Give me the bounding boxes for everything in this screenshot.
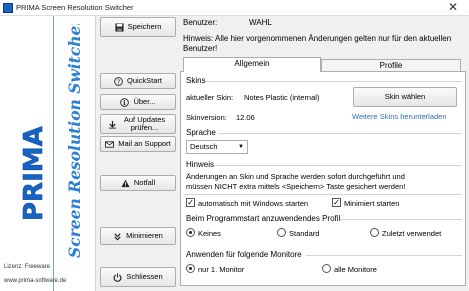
chevron-down-icon: ▼ (238, 144, 244, 150)
start-minimized-checkbox[interactable]: ✓ (332, 198, 341, 207)
start-minimized-label: Minimiert starten (344, 199, 400, 208)
mail-support-button-label: Mail an Support (118, 139, 171, 148)
exit-button-label: Schliessen (126, 272, 163, 281)
emergency-button[interactable]: Notfall (100, 175, 176, 191)
about-button[interactable]: i Über... (100, 94, 176, 110)
close-window-button[interactable]: ✕ (437, 0, 469, 16)
first-monitor-label: nur 1. Monitor (198, 265, 245, 274)
brand-tagline: Screen Resolution Switcher (65, 24, 84, 258)
options-divider (183, 194, 462, 195)
app-icon (3, 3, 13, 13)
user-hint-text: Hinweis: Alle hier vorgenommenen Änderun… (183, 34, 452, 53)
save-button[interactable]: Speichern (100, 17, 176, 37)
envelope-icon (105, 140, 115, 148)
user-label: Benutzer: (183, 18, 218, 27)
all-monitors-radio[interactable] (322, 264, 331, 273)
profile-last-used-radio[interactable] (370, 228, 379, 237)
brand-panel: PRIMA Screen Resolution Switcher Lizenz:… (0, 16, 96, 291)
hint-group-divider (215, 165, 462, 166)
hint-line-1: Änderungen an Skin und Sprache werden so… (186, 172, 405, 181)
skins-group-divider (206, 81, 462, 82)
about-button-label: Über... (133, 97, 156, 106)
autostart-checkbox[interactable]: ✓ (186, 198, 195, 207)
profile-none-label: Keines (198, 229, 221, 238)
brand-logo: PRIMA (19, 126, 50, 221)
monitors-group-divider (306, 255, 462, 256)
hint-line-2: müssen NICHT extra mittels <Speichern> T… (186, 182, 406, 191)
skins-group-title: Skins (186, 76, 206, 85)
svg-text:?: ? (117, 78, 120, 85)
title-bar: PRIMA Screen Resolution Switcher ✕ (0, 0, 469, 16)
question-icon: ? (114, 76, 123, 85)
choose-skin-button[interactable]: Skin wählen (353, 87, 457, 107)
website-link[interactable]: www.prima-software.de (4, 278, 66, 284)
exit-button[interactable]: Schliessen (100, 267, 176, 287)
language-group-divider (218, 133, 462, 134)
brand-divider (53, 16, 54, 291)
profile-standard-label: Standard (289, 229, 320, 238)
minimize-button[interactable]: Minimieren (100, 227, 176, 245)
skin-version-value: 12.06 (236, 113, 255, 122)
all-monitors-label: alle Monitore (334, 265, 377, 274)
monitors-group-title: Anwenden für folgende Monitore (186, 250, 302, 259)
info-icon: i (120, 97, 130, 107)
startup-profile-group-divider (340, 219, 462, 220)
user-value: WAHL (249, 18, 272, 27)
emergency-button-label: Notfall (133, 178, 156, 187)
language-group-title: Sprache (186, 128, 216, 137)
mail-support-button[interactable]: Mail an Support (100, 136, 176, 152)
download-arrow-icon (108, 120, 116, 129)
power-icon (113, 272, 122, 282)
current-skin-label: aktueller Skin: (186, 93, 234, 102)
quickstart-button[interactable]: ? QuickStart (100, 73, 176, 89)
tab-profiles[interactable]: Profile (321, 59, 461, 71)
save-button-label: Speichern (127, 22, 162, 31)
quickstart-button-label: QuickStart (126, 76, 162, 85)
language-select-value: Deutsch (190, 142, 218, 151)
profile-last-used-label: Zuletzt verwendet (382, 229, 442, 238)
window-title: PRIMA Screen Resolution Switcher (16, 3, 134, 12)
minimize-button-label: Minimieren (126, 231, 163, 240)
first-monitor-radio[interactable] (186, 264, 195, 273)
chevron-down-icon (114, 232, 121, 240)
warning-icon (121, 179, 130, 187)
autostart-label: automatisch mit Windows starten (198, 199, 309, 208)
floppy-disk-icon (115, 22, 124, 32)
current-skin-value: Notes Plastic (internal) (244, 93, 320, 102)
download-skins-link[interactable]: Weitere Skins herunterladen (352, 112, 447, 121)
tab-general[interactable]: Allgemein (183, 57, 321, 72)
skin-version-label: Skinversion: (186, 113, 227, 122)
license-label: Lizenz: Freeware (4, 264, 51, 270)
profile-standard-radio[interactable] (277, 228, 286, 237)
check-updates-button[interactable]: Auf Updates prüfen... (100, 114, 176, 134)
language-select[interactable]: Deutsch ▼ (186, 140, 248, 154)
startup-profile-group-title: Beim Programmstart anzuwendendes Profil (186, 214, 341, 223)
profile-none-radio[interactable] (186, 228, 195, 237)
brand-logo-text: PRIMA (19, 126, 49, 221)
brand-tagline-text: Screen Resolution Switcher (65, 24, 84, 258)
hint-group-title: Hinweis (186, 160, 215, 169)
check-updates-button-label: Auf Updates prüfen... (123, 115, 166, 132)
